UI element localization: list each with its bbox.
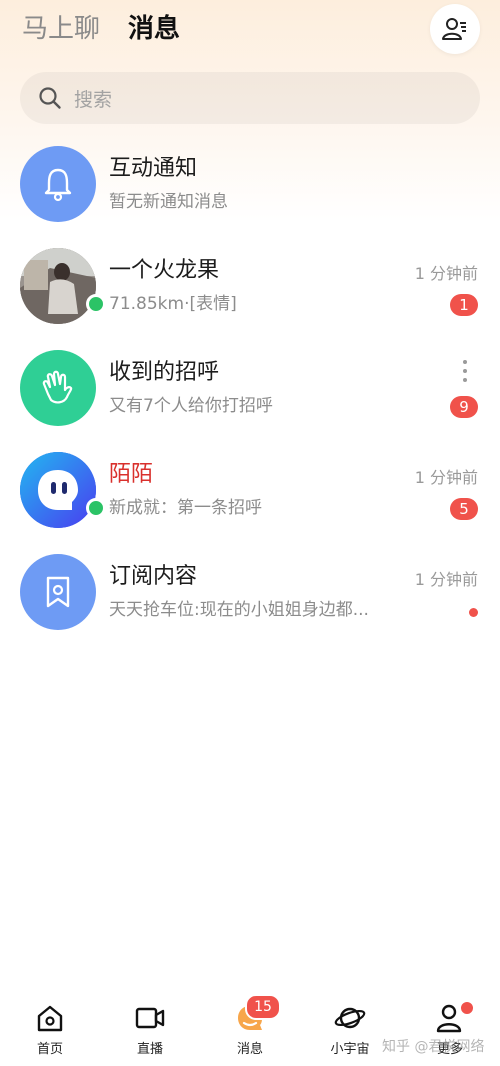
online-indicator bbox=[86, 294, 106, 314]
bookmark-icon bbox=[20, 554, 96, 630]
conversation-title: 互动通知 bbox=[109, 156, 198, 181]
unread-dot bbox=[469, 608, 478, 617]
contacts-button[interactable] bbox=[430, 4, 480, 54]
planet-icon bbox=[334, 1007, 366, 1029]
contacts-icon bbox=[442, 18, 466, 40]
nav-universe-label: 小宇宙 bbox=[330, 1042, 370, 1057]
conversation-preview: 天天抢车位:现在的小姐姐身边都... bbox=[109, 600, 369, 620]
nav-home[interactable]: 首页 bbox=[15, 1000, 85, 1060]
conversation-dragonfruit[interactable]: 一个火龙果 71.85km·[表情] 1 分钟前 1 bbox=[0, 242, 500, 344]
nav-message-badge: 15 bbox=[245, 994, 281, 1020]
header: 马上聊 消息 bbox=[0, 0, 500, 60]
photo-avatar bbox=[20, 248, 96, 324]
search-icon bbox=[39, 87, 61, 109]
nav-messages[interactable]: 15 消息 bbox=[215, 994, 285, 1060]
more-options-icon[interactable] bbox=[462, 360, 468, 386]
conversation-title: 收到的招呼 bbox=[109, 360, 220, 385]
conversation-interaction-notice[interactable]: 互动通知 暂无新通知消息 bbox=[0, 140, 500, 242]
search-input[interactable]: 搜索 bbox=[20, 72, 480, 124]
conversation-title: 一个火龙果 bbox=[109, 258, 220, 283]
conversation-subscriptions[interactable]: 订阅内容 天天抢车位:现在的小姐姐身边都... 1 分钟前 bbox=[0, 548, 500, 650]
conversation-time: 1 分钟前 bbox=[414, 264, 478, 283]
conversation-time: 1 分钟前 bbox=[414, 570, 478, 589]
nav-universe[interactable]: 小宇宙 bbox=[315, 1000, 385, 1060]
conversation-list: 互动通知 暂无新通知消息 一个火龙果 71.85km·[表情] 1 分钟前 1 bbox=[0, 140, 500, 650]
conversation-greetings[interactable]: 收到的招呼 又有7个人给你打招呼 9 bbox=[0, 344, 500, 446]
nav-live[interactable]: 直播 bbox=[115, 1000, 185, 1060]
nav-more-dot bbox=[459, 1000, 475, 1016]
conversation-preview: 又有7个人给你打招呼 bbox=[109, 396, 273, 416]
conversation-preview: 71.85km·[表情] bbox=[109, 294, 237, 314]
unread-badge: 1 bbox=[450, 294, 478, 316]
watermark: 知乎 @君悦网络 bbox=[382, 1039, 485, 1055]
nav-home-label: 首页 bbox=[36, 1042, 63, 1057]
search-placeholder: 搜索 bbox=[74, 88, 113, 111]
tab-messages[interactable]: 消息 bbox=[128, 12, 180, 46]
home-icon bbox=[37, 1005, 63, 1032]
conversation-title: 订阅内容 bbox=[109, 564, 198, 589]
momo-logo bbox=[20, 452, 96, 528]
conversation-momo[interactable]: 陌陌 新成就：第一条招呼 1 分钟前 5 bbox=[0, 446, 500, 548]
conversation-preview: 暂无新通知消息 bbox=[109, 192, 228, 212]
video-icon bbox=[135, 1007, 165, 1029]
unread-badge: 5 bbox=[450, 498, 478, 520]
conversation-title: 陌陌 bbox=[109, 462, 154, 487]
conversation-preview: 新成就：第一条招呼 bbox=[109, 498, 262, 518]
tab-chat-now[interactable]: 马上聊 bbox=[22, 12, 100, 46]
bell-icon bbox=[20, 146, 96, 222]
conversation-time: 1 分钟前 bbox=[414, 468, 478, 487]
wave-hand-icon bbox=[20, 350, 96, 426]
nav-messages-label: 消息 bbox=[236, 1042, 263, 1057]
online-indicator bbox=[86, 498, 106, 518]
nav-live-label: 直播 bbox=[136, 1042, 163, 1057]
unread-badge: 9 bbox=[450, 396, 478, 418]
